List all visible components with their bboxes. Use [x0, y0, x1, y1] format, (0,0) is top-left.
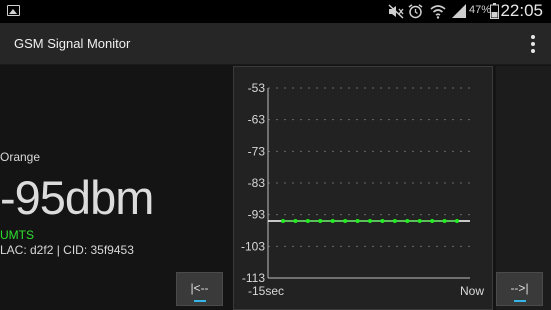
y-tick-label: -83 [248, 176, 266, 190]
battery-icon [490, 3, 499, 19]
back-button-indicator [194, 300, 206, 302]
network-type: UMTS [0, 228, 34, 242]
clock: 22:05 [500, 1, 543, 20]
data-point [405, 219, 410, 223]
action-bar: GSM Signal Monitor [0, 23, 551, 65]
data-point [442, 219, 447, 223]
app-title: GSM Signal Monitor [14, 36, 131, 51]
data-point [281, 219, 285, 223]
back-button[interactable]: |<-- [176, 272, 223, 306]
y-tick-label: -103 [241, 239, 265, 253]
data-point [318, 219, 323, 223]
wifi-icon [430, 5, 446, 19]
y-axis-ticks: -53 -63 -73 -83 -93 -103 -113 [241, 81, 265, 285]
data-point [343, 219, 348, 223]
data-point [293, 219, 298, 223]
back-button-label: |<-- [190, 281, 209, 295]
x-tick-start: -15sec [248, 284, 284, 298]
chart-grid [268, 87, 470, 279]
mute-icon [388, 4, 404, 19]
forward-button-indicator [514, 300, 526, 302]
operator-name: Orange [0, 150, 41, 164]
forward-button[interactable]: -->| [496, 272, 543, 306]
battery-percent: 47% [469, 4, 492, 16]
signal-icon [452, 4, 466, 18]
chart-series [268, 219, 470, 223]
signal-strength: -95dbm [0, 171, 154, 224]
signal-chart: -53 -63 -73 -83 -93 -103 -113 -15sec Now [241, 81, 484, 298]
data-point [417, 219, 422, 223]
x-tick-end: Now [460, 284, 484, 298]
forward-button-label: -->| [510, 281, 529, 295]
data-point [430, 219, 435, 223]
y-tick-label: -73 [248, 144, 266, 158]
y-tick-label: -113 [242, 271, 265, 285]
y-tick-label: -93 [248, 208, 266, 222]
data-point [355, 219, 360, 223]
data-point [392, 219, 397, 223]
y-tick-label: -63 [248, 113, 266, 127]
overflow-menu-icon[interactable] [531, 35, 535, 53]
data-point [380, 219, 385, 223]
alarm-icon [408, 4, 423, 19]
data-point [368, 219, 372, 223]
data-point [455, 219, 459, 223]
cell-info: LAC: d2f2 | CID: 35f9453 [0, 243, 134, 257]
data-point [305, 219, 310, 223]
data-point [330, 219, 335, 223]
status-bar: 47% 22:05 [0, 0, 551, 23]
y-tick-label: -53 [248, 81, 266, 95]
gallery-icon [7, 5, 20, 16]
